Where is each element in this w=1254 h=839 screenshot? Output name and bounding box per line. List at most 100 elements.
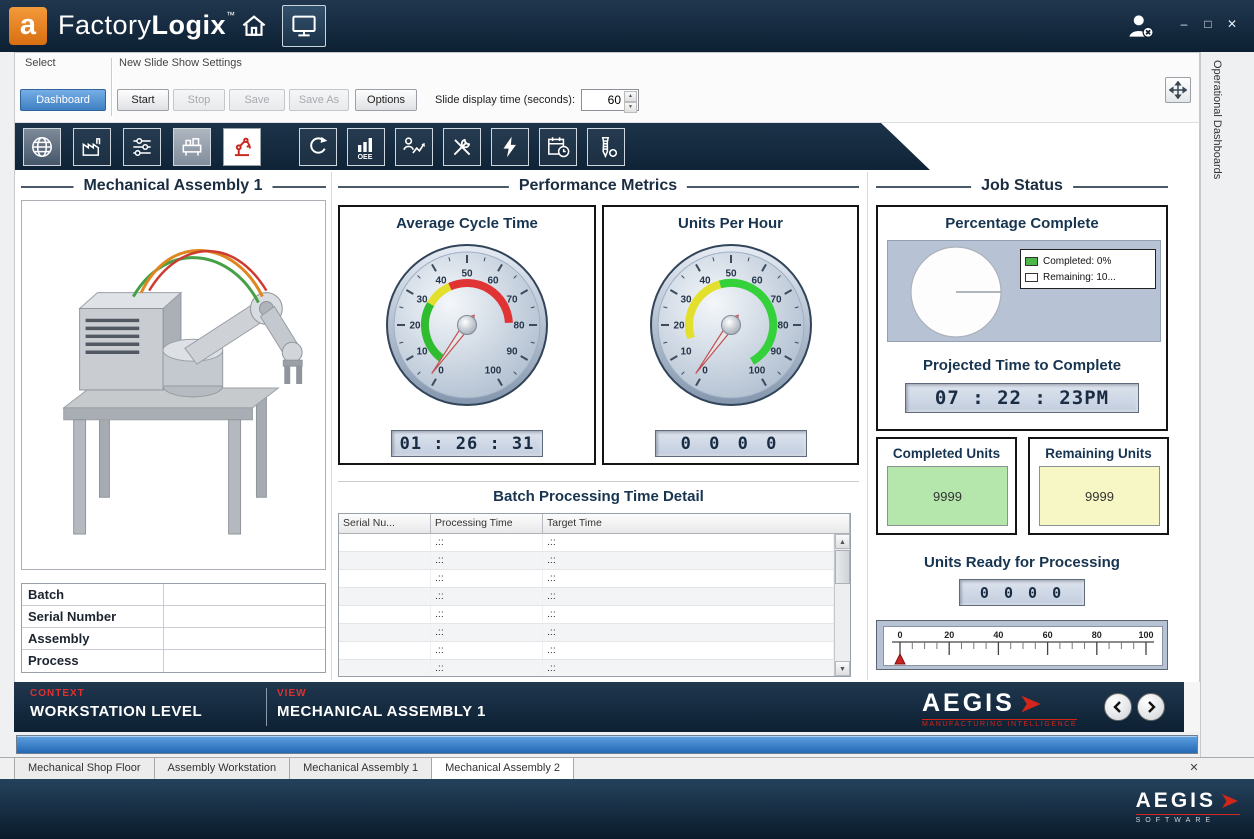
batch-table-row[interactable]: .::.:: bbox=[339, 642, 834, 660]
tab-strip: Mechanical Shop FloorAssembly Workstatio… bbox=[14, 758, 573, 780]
factory-icon bbox=[79, 134, 105, 160]
options-button[interactable]: Options bbox=[355, 89, 417, 111]
enterprise-dashboard-button[interactable] bbox=[23, 128, 61, 166]
dashboard-tab-bar: Mechanical Shop FloorAssembly Workstatio… bbox=[0, 757, 1254, 779]
move-panel-button[interactable] bbox=[1165, 77, 1191, 103]
batch-table-row[interactable]: .::.:: bbox=[339, 660, 834, 677]
footer-aegis-wordmark: AEGIS bbox=[1136, 789, 1216, 813]
home-icon bbox=[239, 11, 269, 41]
spin-up-icon[interactable]: ▲ bbox=[624, 91, 637, 102]
svg-text:70: 70 bbox=[506, 295, 518, 306]
tab-mechanical-assembly-2[interactable]: Mechanical Assembly 2 bbox=[431, 758, 574, 780]
slideshow-group-label: New Slide Show Settings bbox=[119, 57, 242, 69]
next-slide-button[interactable] bbox=[1137, 693, 1165, 721]
chevron-left-icon bbox=[1109, 698, 1127, 716]
batch-table-header: Serial Nu...Processing TimeTarget Time bbox=[339, 514, 850, 534]
batch-table-row[interactable]: .::.:: bbox=[339, 570, 834, 588]
tab-mechanical-assembly-1[interactable]: Mechanical Assembly 1 bbox=[289, 758, 432, 780]
batch-table-row[interactable]: .::.:: bbox=[339, 588, 834, 606]
units-per-hour-gauge: 0102030405060708090100 bbox=[642, 233, 820, 420]
power-status-button[interactable] bbox=[491, 128, 529, 166]
save-button[interactable]: Save bbox=[229, 89, 285, 111]
oee-view-button[interactable]: OEE bbox=[347, 128, 385, 166]
units-ready-linear-gauge: 020406080100 bbox=[876, 620, 1168, 670]
batch-column-header[interactable]: Target Time bbox=[543, 514, 850, 533]
batch-table-scrollbar[interactable]: ▲ ▼ bbox=[834, 534, 850, 676]
spin-down-icon[interactable]: ▼ bbox=[624, 102, 637, 113]
refresh-icon bbox=[305, 134, 331, 160]
svg-text:0: 0 bbox=[438, 366, 444, 377]
batch-cell: .:: bbox=[431, 660, 543, 677]
footer: AEGIS SOFTWARE bbox=[0, 779, 1254, 839]
info-row-process: Process bbox=[22, 650, 325, 672]
toolbar-separator bbox=[111, 58, 113, 116]
robot-dashboard-button[interactable] bbox=[223, 128, 261, 166]
dashboard-view-button[interactable] bbox=[282, 5, 326, 47]
cycle-time-view-button[interactable] bbox=[299, 128, 337, 166]
job-status-section-title: Job Status bbox=[971, 177, 1073, 195]
svg-text:20: 20 bbox=[409, 321, 421, 332]
batch-column-header[interactable]: Serial Nu... bbox=[339, 514, 431, 533]
batch-cell: .:: bbox=[431, 642, 543, 659]
previous-slide-button[interactable] bbox=[1104, 693, 1132, 721]
avg-cycle-time-gauge: 0102030405060708090100 bbox=[378, 233, 556, 420]
batch-table-row[interactable]: .::.:: bbox=[339, 606, 834, 624]
svg-text:80: 80 bbox=[1092, 630, 1102, 640]
workstation-image-frame bbox=[21, 200, 326, 570]
batch-column-header[interactable]: Processing Time bbox=[431, 514, 543, 533]
close-tab-icon[interactable]: ✕ bbox=[1186, 761, 1202, 774]
info-row-batch: Batch bbox=[22, 584, 325, 606]
app-logo-letter: a bbox=[20, 9, 36, 41]
batch-table-row[interactable]: .::.:: bbox=[339, 624, 834, 642]
context-bar: CONTEXT WORKSTATION LEVEL VIEW MECHANICA… bbox=[14, 682, 1184, 732]
app-name-bold: Logix bbox=[152, 10, 227, 40]
projected-time-display: 07 : 22 : 23PM bbox=[905, 383, 1139, 413]
batch-table-row[interactable]: .::.:: bbox=[339, 534, 834, 552]
svg-text:40: 40 bbox=[993, 630, 1003, 640]
user-status-button[interactable] bbox=[1118, 5, 1162, 47]
info-label: Assembly bbox=[22, 628, 164, 649]
schedule-view-button[interactable] bbox=[539, 128, 577, 166]
batch-cell bbox=[339, 552, 431, 569]
calendar-clock-icon bbox=[545, 134, 571, 160]
operational-dashboards-tab[interactable]: Operational Dashboards bbox=[1211, 60, 1223, 179]
minimize-button[interactable]: – bbox=[1172, 12, 1196, 36]
svg-text:90: 90 bbox=[770, 347, 782, 358]
operator-metrics-button[interactable] bbox=[395, 128, 433, 166]
app-name-regular: Factory bbox=[58, 10, 152, 40]
percentage-complete-chart-area: Completed: 0% Remaining: 10... bbox=[887, 240, 1161, 342]
batch-cell: .:: bbox=[431, 570, 543, 587]
scroll-thumb[interactable] bbox=[835, 550, 850, 584]
line-dashboard-button[interactable] bbox=[123, 128, 161, 166]
completion-pie-chart bbox=[908, 244, 1004, 340]
slide-time-spinbox: ▲ ▼ bbox=[581, 89, 639, 111]
scroll-up-icon[interactable]: ▲ bbox=[835, 534, 850, 549]
linear-gauge-svg: 020406080100 bbox=[883, 626, 1163, 666]
tab-mechanical-shop-floor[interactable]: Mechanical Shop Floor bbox=[14, 758, 155, 780]
close-button[interactable]: ✕ bbox=[1220, 12, 1244, 36]
maximize-button[interactable]: □ bbox=[1196, 12, 1220, 36]
batch-cell bbox=[339, 624, 431, 641]
svg-text:30: 30 bbox=[416, 295, 428, 306]
factory-dashboard-button[interactable] bbox=[73, 128, 111, 166]
start-button[interactable]: Start bbox=[117, 89, 169, 111]
info-row-serial-number: Serial Number bbox=[22, 606, 325, 628]
aegis-arrow-icon bbox=[1220, 791, 1240, 811]
svg-text:70: 70 bbox=[770, 295, 782, 306]
home-button[interactable] bbox=[232, 5, 276, 47]
assembly-parts-button[interactable] bbox=[587, 128, 625, 166]
save-as-button[interactable]: Save As bbox=[289, 89, 349, 111]
batch-table-row[interactable]: .::.:: bbox=[339, 552, 834, 570]
scroll-down-icon[interactable]: ▼ bbox=[835, 661, 850, 676]
batch-cell bbox=[339, 660, 431, 677]
view-label: VIEW bbox=[277, 688, 307, 699]
stop-button[interactable]: Stop bbox=[173, 89, 225, 111]
batch-cell: .:: bbox=[431, 624, 543, 641]
svg-text:90: 90 bbox=[506, 347, 518, 358]
dashboard-button[interactable]: Dashboard bbox=[20, 89, 106, 111]
svg-text:80: 80 bbox=[513, 321, 525, 332]
batch-cell: .:: bbox=[543, 588, 834, 605]
workstation-dashboard-button[interactable] bbox=[173, 128, 211, 166]
tab-assembly-workstation[interactable]: Assembly Workstation bbox=[154, 758, 291, 780]
maintenance-view-button[interactable] bbox=[443, 128, 481, 166]
